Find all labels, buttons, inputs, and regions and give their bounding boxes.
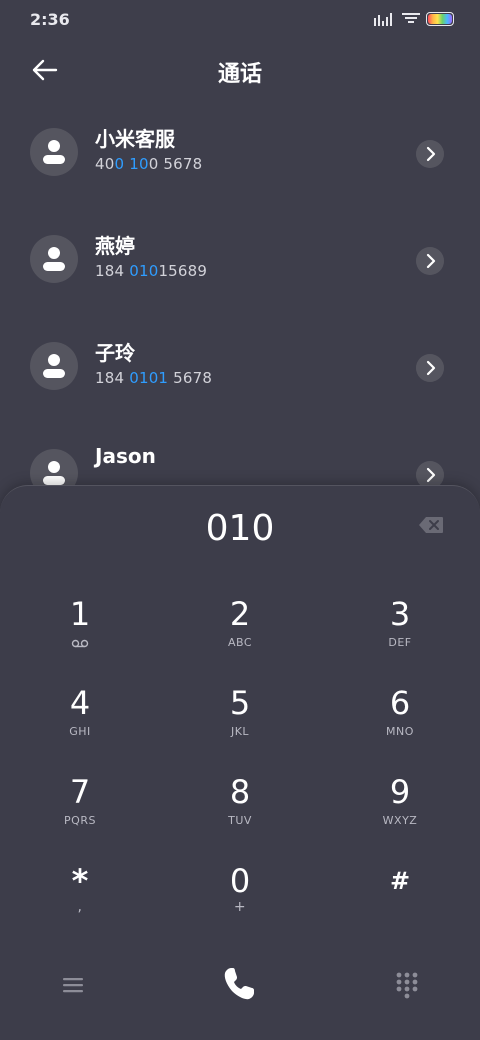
dial-pad-sheet: 010 1 2 ABC 3 DEF 4 GHI 5 JKL 6 MNO 7 PQ… <box>0 485 480 1040</box>
contact-number: 184 0101 5678 <box>95 369 213 387</box>
contact-item[interactable]: 子玲 184 0101 5678 <box>0 319 480 425</box>
key-2[interactable]: 2 ABC <box>180 596 300 676</box>
chevron-right-icon[interactable] <box>416 247 444 275</box>
dialpad-icon[interactable] <box>394 970 420 1000</box>
status-bar: 2:36 <box>0 0 480 40</box>
avatar <box>30 128 78 176</box>
key-6[interactable]: 6 MNO <box>340 685 460 765</box>
contact-number: 184 01015689 <box>95 262 208 280</box>
key-1[interactable]: 1 <box>20 596 140 676</box>
wifi-icon <box>402 13 420 23</box>
key-8[interactable]: 8 TUV <box>180 774 300 854</box>
battery-icon <box>426 12 454 26</box>
avatar <box>30 342 78 390</box>
key-hash[interactable]: # <box>340 863 460 943</box>
key-0[interactable]: 0 + <box>180 863 300 943</box>
battery-level <box>428 14 452 24</box>
menu-icon[interactable] <box>60 972 86 998</box>
contact-name: 子玲 <box>95 341 135 365</box>
page-title: 通话 <box>217 62 262 87</box>
person-icon <box>43 140 65 164</box>
key-4[interactable]: 4 GHI <box>20 685 140 765</box>
signal-icon <box>374 13 392 26</box>
contact-name: 小米客服 <box>95 127 175 151</box>
key-star[interactable]: * , <box>20 863 140 943</box>
key-7[interactable]: 7 PQRS <box>20 774 140 854</box>
person-icon <box>43 354 65 378</box>
key-9[interactable]: 9 WXYZ <box>340 774 460 854</box>
phone-screen: 2:36 通话 小米客服 400 100 5678 燕婷 184 0101568… <box>0 0 480 1040</box>
chevron-right-icon[interactable] <box>416 354 444 382</box>
status-icons <box>374 12 454 26</box>
contact-item[interactable]: 燕婷 184 01015689 <box>0 212 480 318</box>
key-5[interactable]: 5 JKL <box>180 685 300 765</box>
key-3[interactable]: 3 DEF <box>340 596 460 676</box>
contact-name: Jason <box>95 444 156 468</box>
call-icon[interactable] <box>220 964 260 1004</box>
avatar <box>30 235 78 283</box>
dialed-number: 010 <box>205 508 275 549</box>
bottom-bar <box>0 956 480 1026</box>
status-time: 2:36 <box>30 10 70 29</box>
person-icon <box>43 247 65 271</box>
contact-name: 燕婷 <box>95 234 135 258</box>
contact-item[interactable]: 小米客服 400 100 5678 <box>0 105 480 211</box>
contact-number: 400 100 5678 <box>95 155 203 173</box>
header: 通话 <box>0 44 480 96</box>
voicemail-icon <box>71 639 89 648</box>
chevron-right-icon[interactable] <box>416 140 444 168</box>
backspace-icon[interactable] <box>418 516 444 534</box>
